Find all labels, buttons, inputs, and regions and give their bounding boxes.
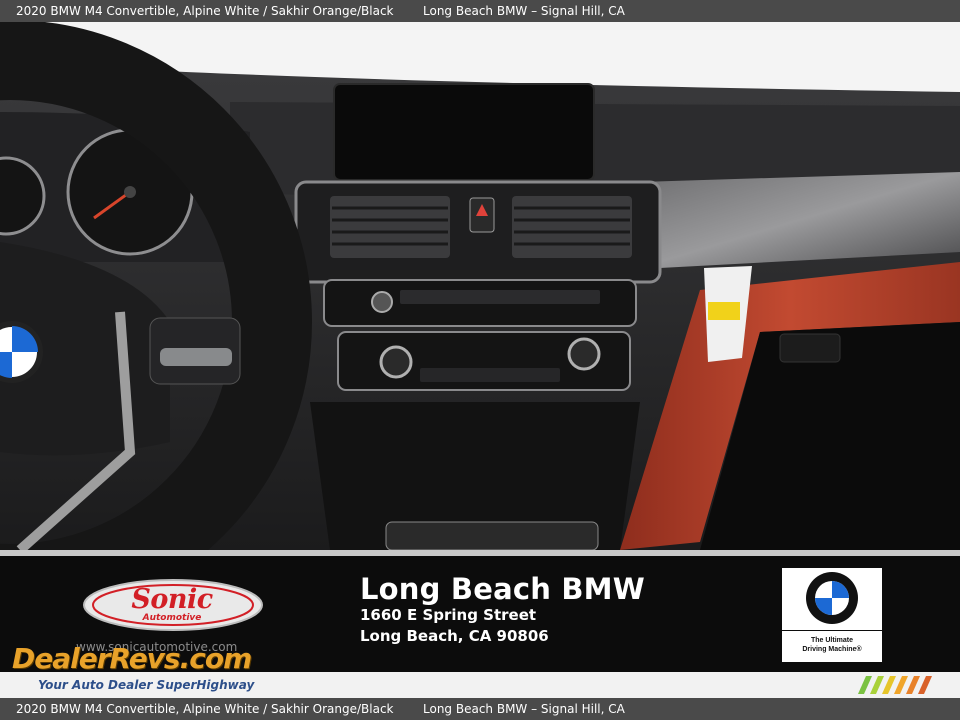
top-caption-bar: 2020 BMW M4 Convertible, Alpine White / … xyxy=(0,0,960,22)
bottom-caption-bar: 2020 BMW M4 Convertible, Alpine White / … xyxy=(0,698,960,720)
sonic-logo-sub: Automotive xyxy=(142,613,202,623)
dealer-city: Long Beach, CA 90806 xyxy=(360,627,549,645)
dealerrevs-logo: DealerRevs.com xyxy=(12,642,252,675)
sonic-logo-text: Sonic xyxy=(131,584,213,615)
dealer-street: 1660 E Spring Street xyxy=(360,606,537,624)
bmw-roundel-icon xyxy=(806,572,858,624)
bmw-slogan-line1: The Ultimate xyxy=(810,637,853,644)
dealer-caption-bottom: Long Beach BMW – Signal Hill, CA xyxy=(423,702,625,716)
dealer-name: Long Beach BMW xyxy=(360,572,645,606)
bmw-divider xyxy=(782,630,882,631)
bmw-slogan: The Ultimate Driving Machine® xyxy=(782,636,882,654)
dealerrevs-tagline: Your Auto Dealer SuperHighway xyxy=(38,678,255,692)
dealer-caption: Long Beach BMW – Signal Hill, CA xyxy=(423,4,625,18)
interior-photo xyxy=(0,22,960,550)
bmw-slogan-line2: Driving Machine® xyxy=(802,646,862,653)
wmm-logo-icon xyxy=(858,676,932,694)
vehicle-caption-bottom: 2020 BMW M4 Convertible, Alpine White / … xyxy=(16,702,394,716)
vehicle-caption: 2020 BMW M4 Convertible, Alpine White / … xyxy=(16,4,394,18)
